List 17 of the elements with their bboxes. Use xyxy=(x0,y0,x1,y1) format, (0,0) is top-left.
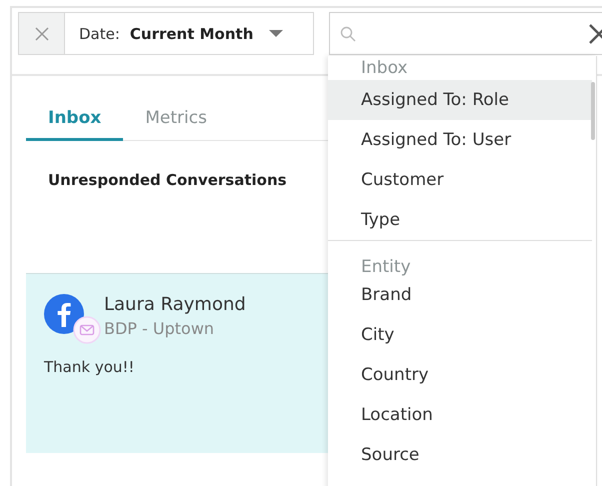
group-header: Inbox xyxy=(360,57,409,80)
menu-item[interactable]: Assigned To: Role xyxy=(328,80,592,120)
contact-location: BDP - Uptown xyxy=(104,319,216,338)
caret-icon xyxy=(269,30,284,38)
contact-name: Laura Raymond xyxy=(104,294,246,315)
facebook-icon xyxy=(44,294,84,334)
tab[interactable]: Inbox xyxy=(26,96,124,141)
scrollbar[interactable] xyxy=(591,82,595,140)
email-icon xyxy=(73,316,101,344)
clear-filter-button[interactable] xyxy=(18,12,65,55)
group-header: Entity xyxy=(360,256,412,279)
message-text: Thank you!! xyxy=(44,358,136,376)
search-field[interactable] xyxy=(329,12,602,55)
section-title: Unresponded Conversations xyxy=(48,171,287,189)
search-icon xyxy=(340,26,356,42)
date-filter-dropdown[interactable]: Date: Current Month xyxy=(65,12,314,55)
close-icon xyxy=(34,26,48,40)
